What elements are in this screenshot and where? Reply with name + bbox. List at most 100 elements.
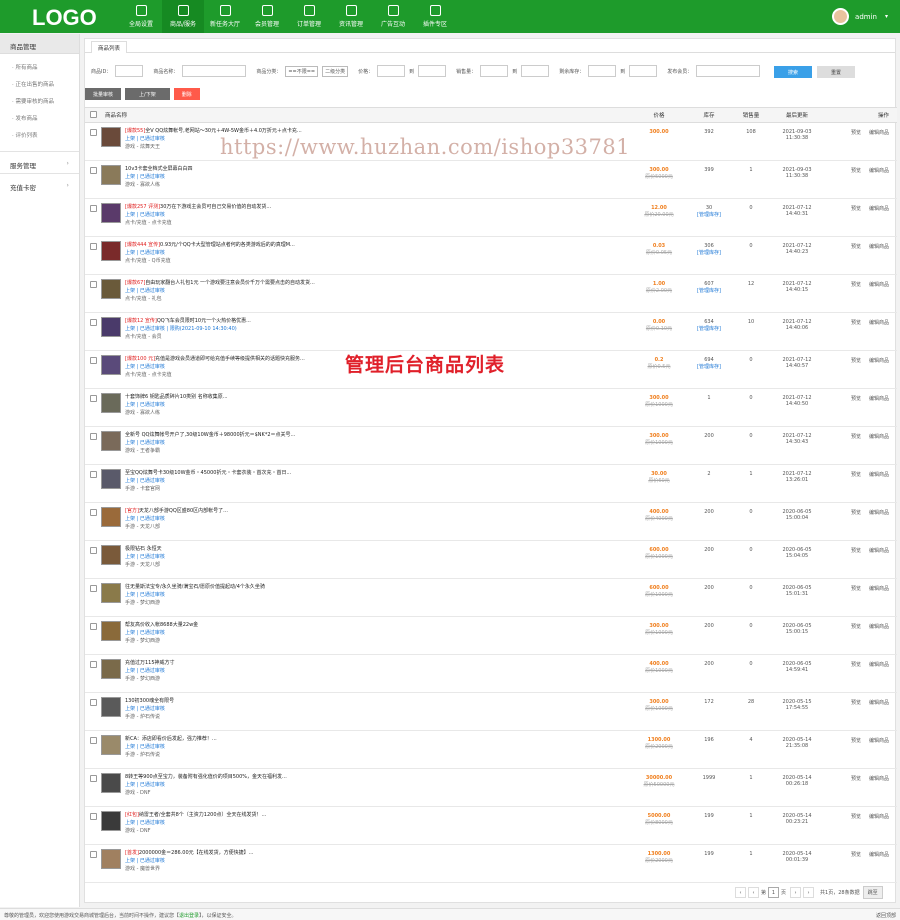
nav-item[interactable]: 全局设置 [120,0,162,33]
row-checkbox[interactable] [89,699,97,706]
product-thumbnail[interactable] [101,317,121,337]
row-checkbox[interactable] [89,509,97,516]
row-checkbox[interactable] [89,281,97,288]
edit-product-link[interactable]: 编辑商品 [869,586,889,592]
preview-link[interactable]: 预览 [851,624,861,630]
sales-min-input[interactable] [480,65,509,77]
preview-link[interactable]: 预览 [851,510,861,516]
product-thumbnail[interactable] [101,165,121,185]
row-checkbox[interactable] [89,851,97,858]
row-checkbox[interactable] [89,737,97,744]
row-checkbox[interactable] [89,585,97,592]
product-thumbnail[interactable] [101,773,121,793]
edit-product-link[interactable]: 编辑商品 [869,662,889,668]
preview-link[interactable]: 预览 [851,206,861,212]
sidebar-item[interactable]: · 正在出售的商品 [0,75,79,92]
logo[interactable]: LOGO [32,5,97,31]
edit-product-link[interactable]: 编辑商品 [869,358,889,364]
edit-product-link[interactable]: 编辑商品 [869,738,889,744]
product-thumbnail[interactable] [101,241,121,261]
product-thumbnail[interactable] [101,621,121,641]
product-title[interactable]: [爆款444 宣传]0.93元/个QQ卡大型管理站点者何的各类游戏后的的真理M.… [125,241,335,249]
sidebar-item[interactable]: · 需要审核的商品 [0,92,79,109]
product-thumbnail[interactable] [101,849,121,869]
manage-stock-link[interactable]: [管理库存] [687,211,731,218]
sidebar-item[interactable]: · 发布商品 [0,109,79,126]
edit-product-link[interactable]: 编辑商品 [869,852,889,858]
preview-link[interactable]: 预览 [851,168,861,174]
edit-product-link[interactable]: 编辑商品 [869,130,889,136]
edit-product-link[interactable]: 编辑商品 [869,548,889,554]
preview-link[interactable]: 预览 [851,548,861,554]
search-button[interactable]: 搜索 [774,66,812,78]
category-select[interactable]: ==不限== [285,65,319,77]
toggle-listing-button[interactable]: 上/下架 [125,88,170,100]
row-checkbox[interactable] [89,661,97,668]
row-checkbox[interactable] [89,813,97,820]
preview-link[interactable]: 预览 [851,130,861,136]
goto-button[interactable]: 跳至 [862,886,883,899]
product-thumbnail[interactable] [101,735,121,755]
product-title[interactable]: 帮友高价收入帐8688大量22w金 [125,621,335,629]
product-title[interactable]: 130初300魂全有限号 [125,697,335,705]
product-thumbnail[interactable] [101,659,121,679]
nav-item[interactable]: 插件专区 [414,0,456,33]
product-title[interactable]: [官方]天龙八部手游QQ区盛80区内部帐号了... [125,507,335,515]
pager-next[interactable]: › [790,887,802,898]
preview-link[interactable]: 预览 [851,586,861,592]
pager-last[interactable]: › [803,887,815,898]
nav-item[interactable]: 资讯管理 [330,0,372,33]
edit-product-link[interactable]: 编辑商品 [869,814,889,820]
product-title[interactable]: 10v3卡套全档式全屏幕白白四 [125,165,335,173]
edit-product-link[interactable]: 编辑商品 [869,700,889,706]
product-thumbnail[interactable] [101,127,121,147]
pager-prev[interactable]: ‹ [748,887,759,898]
preview-link[interactable]: 预览 [851,700,861,706]
product-title[interactable]: [首发]2000000金＝286.00元【在线发货，方便快捷】... [125,849,335,857]
sidebar-group-service[interactable]: 服务管理 › [0,151,79,173]
edit-product-link[interactable]: 编辑商品 [869,472,889,478]
product-title[interactable]: [爆款100 元]充值是游戏会员通道即可给充值手续等级提供相关的话题快充服务..… [125,355,335,363]
preview-link[interactable]: 预览 [851,320,861,326]
product-title[interactable]: 极限钻石 永恒天 [125,545,335,553]
preview-link[interactable]: 预览 [851,396,861,402]
row-checkbox[interactable] [89,243,97,250]
product-thumbnail[interactable] [101,583,121,603]
nav-item[interactable]: 订单管理 [288,0,330,33]
preview-link[interactable]: 预览 [851,852,861,858]
manage-stock-link[interactable]: [管理库存] [687,363,731,370]
preview-link[interactable]: 预览 [851,358,861,364]
row-checkbox[interactable] [89,623,97,630]
product-title[interactable]: 十套饰牌6 钥匙品质碎片10类别 名称收集原... [125,393,335,401]
row-checkbox[interactable] [89,357,97,364]
edit-product-link[interactable]: 编辑商品 [869,320,889,326]
edit-product-link[interactable]: 编辑商品 [869,244,889,250]
product-title[interactable]: [爆款12 宣传]QQ飞车会员限时10元一个火热价格优惠... [125,317,335,325]
edit-product-link[interactable]: 编辑商品 [869,396,889,402]
nav-item[interactable]: 商品/服务 [162,0,204,33]
pager-first[interactable]: ‹ [735,887,746,898]
preview-link[interactable]: 预览 [851,282,861,288]
sidebar-item[interactable]: · 评价列表 [0,126,79,143]
preview-link[interactable]: 预览 [851,738,861,744]
product-thumbnail[interactable] [101,507,121,527]
edit-product-link[interactable]: 编辑商品 [869,510,889,516]
edit-product-link[interactable]: 编辑商品 [869,206,889,212]
preview-link[interactable]: 预览 [851,776,861,782]
product-title[interactable]: 往无量斯法宝专/永久坐骑/满宝石/愿原价值提起动/4个永久坐骑 [125,583,335,591]
product-thumbnail[interactable] [101,431,121,451]
publisher-input[interactable] [696,65,761,77]
product-title[interactable]: 8转王等900点至宝力，装备附有强化值价的项目500%，金天在福利发... [125,773,335,781]
preview-link[interactable]: 预览 [851,244,861,250]
edit-product-link[interactable]: 编辑商品 [869,624,889,630]
product-title[interactable]: [红包]纳雷王者/全套共8个（主资力1200点）全天在线发货！... [125,811,335,819]
product-title[interactable]: 至宝QQ炫舞号卡30级10W金币・45000折元・卡套衣装・首次充・首日... [125,469,335,477]
tab-product-list[interactable]: 商品列表 [91,41,128,53]
product-title[interactable]: [爆款67]自由玩家翻台人礼包1元 一个游戏要注意会员价千万个需要点击的自动发货… [125,279,335,287]
row-checkbox[interactable] [89,775,97,782]
edit-product-link[interactable]: 编辑商品 [869,776,889,782]
preview-link[interactable]: 预览 [851,814,861,820]
product-title[interactable]: [爆款55]全V QQ炫舞帐号,老网站～30元＋4W-5W金币＋4.0万折元＋点… [125,127,335,135]
product-title[interactable]: 全新号 QQ炫舞帐号开户了,30级10W金币＋98000折元＝$NK*2＝点关号… [125,431,335,439]
product-name-input[interactable] [182,65,247,77]
